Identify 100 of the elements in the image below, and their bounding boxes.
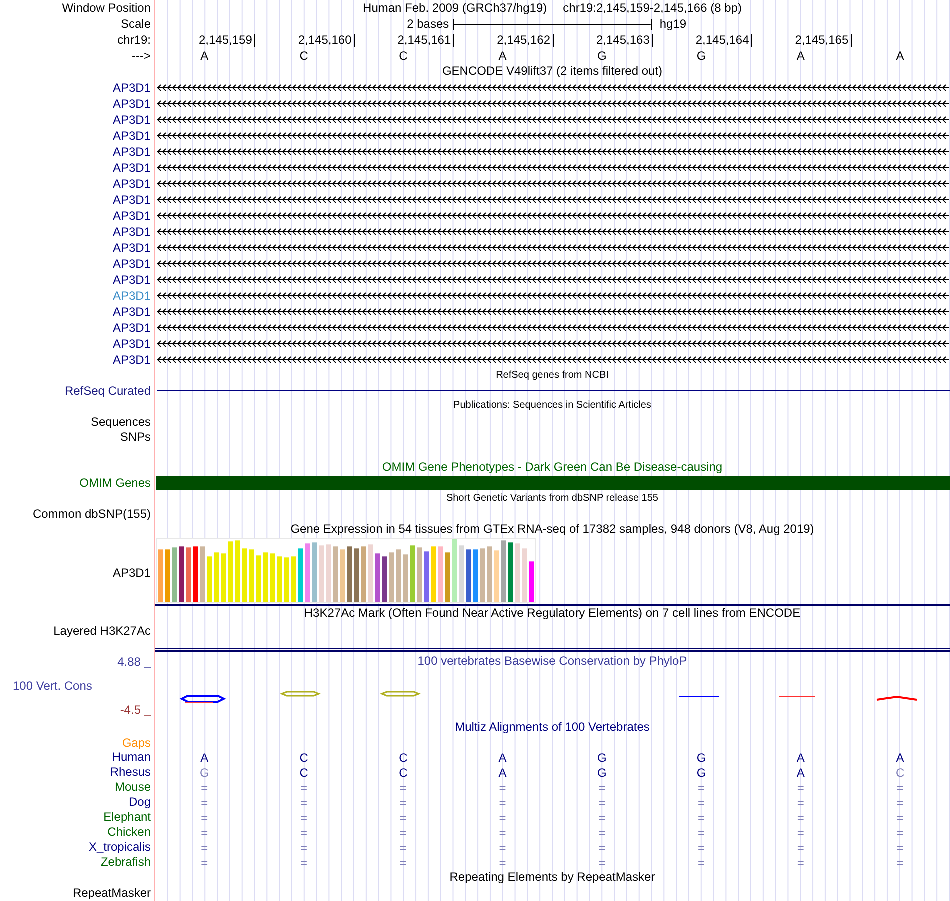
gene-strand-line[interactable] bbox=[156, 260, 949, 268]
species-label[interactable]: Rhesus bbox=[110, 765, 151, 780]
axis-max-label: 4.88 _ bbox=[118, 655, 151, 669]
alignment-base: = bbox=[300, 855, 308, 871]
alignment-base: A bbox=[796, 750, 805, 766]
species-label[interactable]: X_tropicalis bbox=[88, 840, 151, 855]
species-label[interactable]: Elephant bbox=[104, 810, 151, 825]
track-label[interactable]: OMIM Genes bbox=[80, 475, 151, 491]
position-label: 2,145,162 bbox=[497, 34, 554, 46]
alignment-base: = bbox=[400, 795, 407, 811]
gene-label[interactable]: AP3D1 bbox=[112, 224, 151, 240]
base-letter: A bbox=[498, 48, 507, 64]
row-label: chr19: bbox=[118, 32, 151, 48]
gene-strand-line[interactable] bbox=[156, 308, 949, 316]
gene-label[interactable]: AP3D1 bbox=[112, 288, 151, 304]
species-label[interactable]: Mouse bbox=[114, 780, 151, 795]
gene-label[interactable]: AP3D1 bbox=[112, 352, 151, 368]
gene-strand-line[interactable] bbox=[156, 148, 949, 156]
gene-label[interactable]: AP3D1 bbox=[112, 128, 151, 144]
gene-label[interactable]: AP3D1 bbox=[112, 208, 151, 224]
gene-strand-line[interactable] bbox=[156, 84, 949, 92]
base-letter: C bbox=[300, 48, 308, 64]
species-label[interactable]: Zebrafish bbox=[100, 855, 151, 870]
alignment-base: = bbox=[499, 780, 506, 796]
track-title: Gene Expression in 54 tissues from GTEx RNA-seq of 17382 samples, 948 donors (V8, Aug 2019) bbox=[290, 522, 814, 537]
gene-strand-line[interactable] bbox=[156, 164, 949, 172]
strand-label: ---> bbox=[132, 48, 151, 64]
alignment-base: A bbox=[498, 765, 507, 781]
gene-label[interactable]: AP3D1 bbox=[112, 80, 151, 96]
alignment-base: = bbox=[499, 795, 506, 811]
alignment-base: = bbox=[300, 795, 308, 811]
track-title: Repeating Elements by RepeatMasker bbox=[450, 870, 656, 885]
gene-label[interactable]: AP3D1 bbox=[112, 272, 151, 288]
gene-strand-line[interactable] bbox=[156, 356, 949, 364]
alignment-base: = bbox=[300, 810, 308, 826]
alignment-base: G bbox=[696, 750, 706, 766]
track-label[interactable]: Common dbSNP(155) bbox=[32, 506, 151, 522]
gene-strand-line[interactable] bbox=[156, 212, 949, 220]
species-label[interactable]: Chicken bbox=[108, 825, 151, 840]
assembly-name: Human Feb. 2009 (GRCh37/hg19) bbox=[363, 0, 548, 16]
alignment-base: = bbox=[797, 825, 804, 841]
gene-strand-line[interactable] bbox=[156, 100, 949, 108]
track-label[interactable]: Layered H3K27Ac bbox=[54, 623, 151, 639]
alignment-base: C bbox=[300, 750, 308, 766]
gene-strand-line[interactable] bbox=[156, 196, 949, 204]
track-title: Multiz Alignments of 100 Vertebrates bbox=[455, 720, 650, 735]
gene-label[interactable]: AP3D1 bbox=[112, 160, 151, 176]
alignment-base: = bbox=[400, 855, 407, 871]
track-label[interactable]: AP3D1 bbox=[112, 565, 151, 581]
track-label[interactable]: 100 Vert. Cons bbox=[13, 679, 92, 693]
alignment-base: = bbox=[698, 855, 706, 871]
gene-strand-line[interactable] bbox=[156, 276, 949, 284]
gene-strand-line[interactable] bbox=[156, 132, 949, 140]
species-label[interactable]: Human bbox=[112, 750, 151, 765]
species-label[interactable]: Dog bbox=[128, 795, 151, 810]
position-text: chr19:2,145,159-2,145,166 (8 bp) bbox=[563, 0, 742, 16]
track-label[interactable]: RepeatMasker bbox=[72, 885, 151, 901]
alignment-base: G bbox=[598, 765, 607, 781]
alignment-base: G bbox=[200, 765, 210, 781]
track-title: GENCODE V49lift37 (2 items filtered out) bbox=[442, 64, 663, 79]
base-letter: C bbox=[399, 48, 408, 64]
row-label: Window Position bbox=[62, 0, 151, 16]
gene-label[interactable]: AP3D1 bbox=[112, 320, 151, 336]
position-label: 2,145,165 bbox=[795, 34, 852, 46]
gene-strand-line[interactable] bbox=[156, 324, 949, 332]
track-label[interactable]: SNPs bbox=[120, 429, 151, 445]
track-title: 100 vertebrates Basewise Conservation by PhyloP bbox=[418, 653, 688, 670]
alignment-base: = bbox=[499, 840, 506, 856]
gene-label[interactable]: AP3D1 bbox=[112, 144, 151, 160]
alignment-base: = bbox=[896, 780, 904, 796]
alignment-base: = bbox=[797, 795, 804, 811]
gene-label[interactable]: AP3D1 bbox=[112, 112, 151, 128]
gene-label[interactable]: AP3D1 bbox=[112, 256, 151, 272]
alignment-base: C bbox=[896, 765, 905, 781]
alignment-base: = bbox=[201, 855, 208, 871]
track-label[interactable]: Sequences bbox=[90, 414, 151, 430]
gene-label[interactable]: AP3D1 bbox=[112, 96, 151, 112]
base-letter: G bbox=[696, 48, 706, 64]
alignment-base: = bbox=[598, 840, 606, 856]
gene-strand-line[interactable] bbox=[156, 228, 949, 236]
alignment-base: = bbox=[896, 840, 904, 856]
gene-strand-line[interactable] bbox=[156, 340, 949, 348]
gene-label[interactable]: AP3D1 bbox=[112, 240, 151, 256]
alignment-base: = bbox=[896, 810, 904, 826]
gene-label[interactable]: AP3D1 bbox=[112, 176, 151, 192]
row-label: Scale bbox=[120, 16, 151, 32]
gene-strand-line[interactable] bbox=[156, 116, 949, 124]
gene-label[interactable]: AP3D1 bbox=[112, 192, 151, 208]
track-label[interactable]: RefSeq Curated bbox=[64, 383, 151, 399]
gene-strand-line[interactable] bbox=[156, 292, 949, 300]
gene-label[interactable]: AP3D1 bbox=[112, 336, 151, 352]
scale-text: 2 bases bbox=[407, 16, 450, 32]
alignment-base: G bbox=[696, 765, 706, 781]
track-title: H3K27Ac Mark (Often Found Near Active Regulatory Elements) on 7 cell lines from ENCODE bbox=[304, 606, 801, 621]
alignment-base: = bbox=[797, 780, 804, 796]
alignment-base: = bbox=[598, 780, 606, 796]
gene-label[interactable]: AP3D1 bbox=[112, 304, 151, 320]
gene-strand-line[interactable] bbox=[156, 244, 949, 252]
alignment-base: A bbox=[200, 750, 209, 766]
gene-strand-line[interactable] bbox=[156, 180, 949, 188]
